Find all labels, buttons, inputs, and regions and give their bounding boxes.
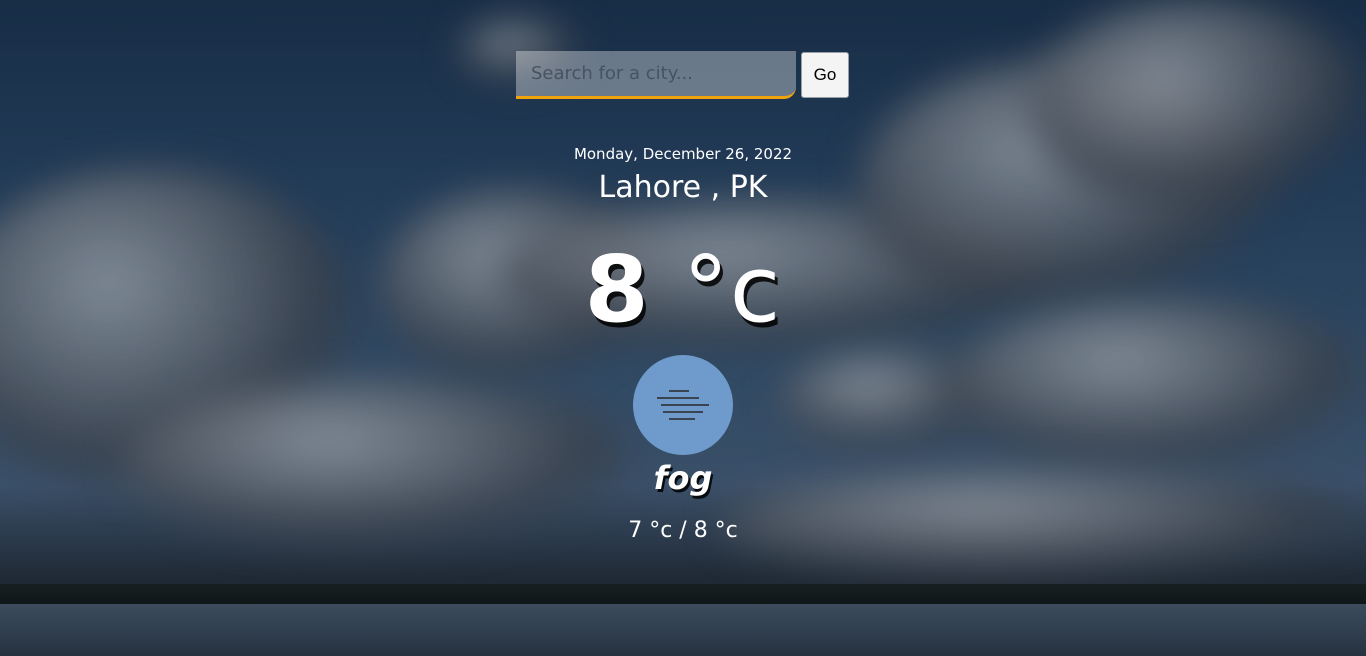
min-max-temperature: 7 °c / 8 °c: [628, 518, 738, 543]
date-text: Monday, December 26, 2022: [573, 145, 793, 163]
go-button[interactable]: Go: [801, 52, 849, 98]
temperature-value: 8: [584, 236, 650, 343]
temperature-unit: °c: [682, 236, 782, 343]
location-text: Lahore , PK: [598, 170, 768, 205]
weather-icon-circle: [633, 355, 733, 455]
weather-condition: fog: [653, 459, 713, 497]
temperature: 8 °c: [0, 236, 1366, 343]
search-input[interactable]: [516, 51, 796, 99]
fog-icon: [657, 390, 709, 420]
search-bar: Go: [516, 51, 849, 99]
